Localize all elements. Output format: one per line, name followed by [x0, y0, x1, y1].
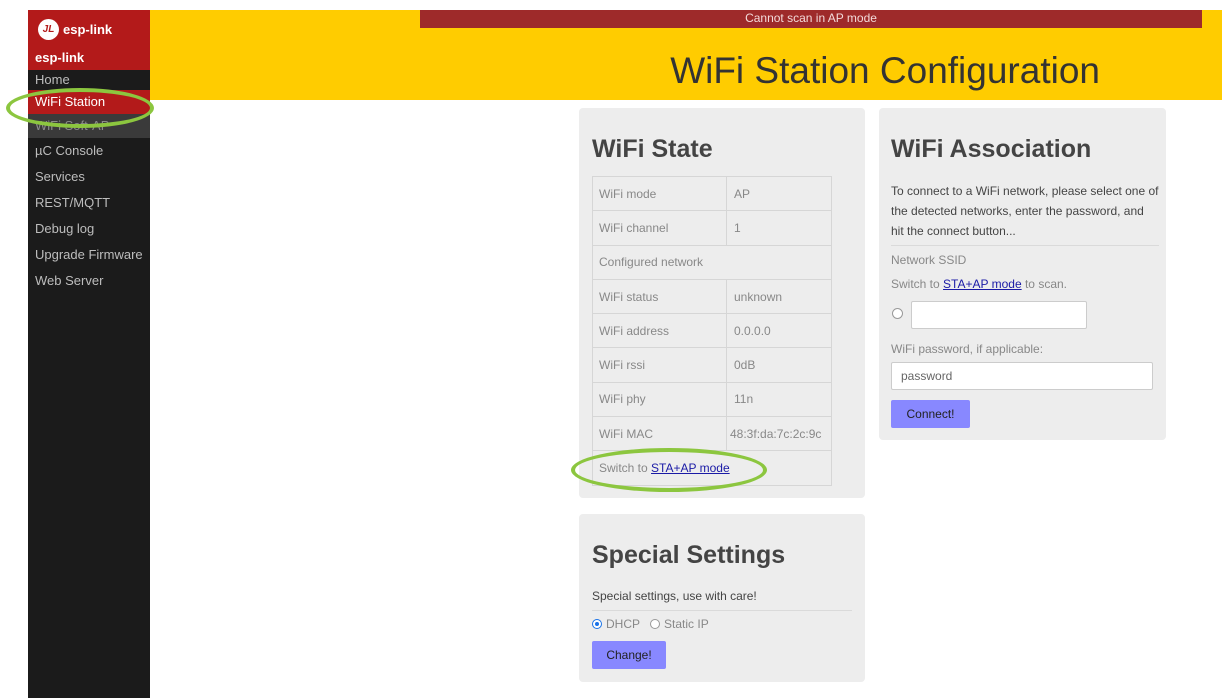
brand[interactable]: JL esp-link — [28, 10, 150, 48]
connect-button[interactable]: Connect! — [891, 400, 970, 428]
page-title: WiFi Station Configuration — [670, 50, 1100, 91]
sidebar-item-wifi-soft-ap[interactable]: WiFi Soft-AP — [28, 114, 150, 138]
row-value: unknown — [726, 278, 832, 315]
row-label: WiFi phy — [592, 381, 727, 418]
change-button[interactable]: Change! — [592, 641, 666, 669]
sidebar-item-upgrade-firmware[interactable]: Upgrade Firmware — [28, 242, 150, 268]
row-label: WiFi channel — [592, 210, 727, 246]
wifi-association-title: WiFi Association — [891, 135, 1092, 163]
special-settings-title: Special Settings — [592, 541, 786, 569]
dhcp-label: DHCP — [606, 617, 641, 631]
row-label: WiFi rssi — [592, 347, 727, 383]
static-ip-label: Static IP — [664, 617, 709, 631]
wifi-state-title: WiFi State — [592, 135, 713, 163]
brand-name: esp-link — [63, 21, 113, 37]
table-row: WiFi channel 1 — [592, 210, 832, 246]
sidebar-item-uc-console[interactable]: µC Console — [28, 138, 150, 164]
row-value: 11n — [726, 381, 832, 418]
sidebar: JL esp-link esp-link Home WiFi Station W… — [28, 10, 150, 698]
sidebar-item-wifi-station[interactable]: WiFi Station — [28, 90, 150, 114]
table-row: WiFi address 0.0.0.0 — [592, 313, 832, 349]
notice-banner: Cannot scan in AP mode — [420, 10, 1202, 28]
sidebar-item-home[interactable]: Home — [28, 70, 150, 90]
switch-sta-ap-link[interactable]: STA+AP mode — [943, 277, 1022, 291]
table-row: WiFi MAC 48:3f:da:7c:2c:9c — [592, 416, 832, 452]
row-label: WiFi MAC — [592, 416, 727, 452]
row-label: WiFi status — [592, 278, 727, 315]
table-row: Switch to STA+AP mode — [592, 450, 832, 486]
esp-link-logo-icon: JL — [38, 18, 59, 40]
scan-hint-prefix: Switch to — [891, 277, 944, 291]
sidebar-item-web-server[interactable]: Web Server — [28, 268, 150, 294]
ssid-radio[interactable] — [892, 308, 903, 319]
row-label: Configured network — [592, 244, 832, 280]
row-value: 0.0.0.0 — [726, 313, 832, 349]
ip-mode-options: DHCP Static IP — [592, 617, 709, 631]
wifi-association-card: WiFi Association To connect to a WiFi ne… — [879, 108, 1166, 440]
static-ip-radio[interactable] — [650, 619, 661, 629]
ssid-input[interactable] — [911, 301, 1087, 329]
wifi-state-table: WiFi mode AP WiFi channel 1 Configured n… — [592, 175, 832, 486]
switch-mode-prefix: Switch to — [599, 461, 652, 476]
sidebar-item-services[interactable]: Services — [28, 164, 150, 190]
menu-heading: esp-link — [28, 48, 150, 70]
network-ssid-label: Network SSID — [891, 253, 967, 267]
dhcp-radio[interactable] — [592, 619, 602, 629]
special-settings-description: Special settings, use with care! — [592, 589, 852, 611]
sidebar-item-rest-mqtt[interactable]: REST/MQTT — [28, 190, 150, 216]
row-value: 0dB — [726, 347, 832, 383]
password-input[interactable]: password — [891, 362, 1153, 390]
scan-hint-suffix: to scan. — [1021, 277, 1067, 291]
row-label: WiFi mode — [592, 175, 727, 212]
page-header: Cannot scan in AP mode WiFi Station Conf… — [150, 10, 1222, 100]
table-row: WiFi rssi 0dB — [592, 347, 832, 383]
row-value: 1 — [726, 210, 832, 246]
sidebar-item-debug-log[interactable]: Debug log — [28, 216, 150, 242]
wifi-state-card: WiFi State WiFi mode AP WiFi channel 1 C… — [579, 108, 865, 498]
table-row: WiFi mode AP — [592, 175, 832, 212]
special-settings-card: Special Settings Special settings, use w… — [579, 514, 865, 682]
password-label: WiFi password, if applicable: — [891, 342, 1044, 356]
switch-mode-cell: Switch to STA+AP mode — [592, 450, 832, 486]
row-value: 48:3f:da:7c:2c:9c — [726, 416, 832, 452]
row-label: WiFi address — [592, 313, 727, 349]
table-row: Configured network — [592, 244, 832, 280]
table-row: WiFi status unknown — [592, 278, 832, 315]
switch-sta-ap-link[interactable]: STA+AP mode — [651, 461, 730, 475]
table-row: WiFi phy 11n — [592, 381, 832, 418]
association-intro: To connect to a WiFi network, please sel… — [891, 181, 1159, 246]
scan-hint: Switch to STA+AP mode to scan. — [891, 277, 1067, 291]
row-value: AP — [726, 175, 832, 212]
